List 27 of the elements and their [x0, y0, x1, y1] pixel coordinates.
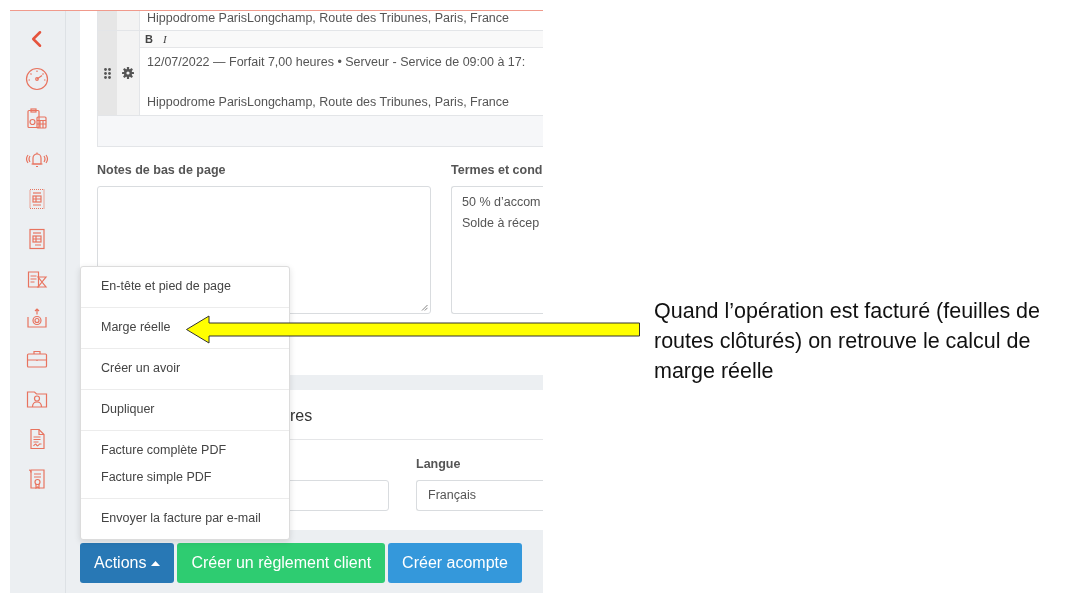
bold-button[interactable]: B	[142, 32, 156, 46]
field-label: Termes et cond	[451, 162, 543, 178]
actions-dropdown-button[interactable]: Actions	[80, 543, 175, 583]
field-label: Notes de bas de page	[97, 162, 226, 178]
annotation-text: Quand l’opération est facturé (feuilles de routes clôturés) on retrouve le calcul de marge réelle	[654, 298, 1042, 385]
menu-item[interactable]: Envoyer la facture par e-mail	[101, 505, 261, 532]
coin-upload-icon[interactable]	[24, 307, 49, 331]
menu-item[interactable]: Créer un avoir	[101, 355, 181, 382]
clipboard-calculator-icon[interactable]	[24, 107, 49, 131]
resize-handle-icon[interactable]	[421, 304, 428, 311]
field-label: Langue	[416, 456, 461, 472]
drag-handle-icon[interactable]	[104, 67, 111, 79]
caret-icon	[151, 560, 161, 566]
menu-item[interactable]: En-tête et pied de page	[101, 273, 231, 300]
menu-item[interactable]: Marge réelle	[101, 314, 171, 341]
section-title: res	[290, 407, 313, 425]
menu-item[interactable]: Facture simple PDF	[101, 464, 212, 491]
language-select[interactable]: Français	[416, 480, 543, 511]
menu-item[interactable]: Dupliquer	[101, 396, 155, 423]
menu-item[interactable]: Facture complète PDF	[101, 437, 227, 464]
description-line: Hippodrome ParisLongchamp, Route des Tribunes, Paris, France	[147, 11, 509, 25]
settings-icon[interactable]	[122, 67, 134, 79]
description-line: Hippodrome ParisLongchamp, Route des Tribunes, Paris, France	[147, 94, 509, 111]
italic-button[interactable]: I	[159, 32, 170, 46]
description-line: 12/07/2022 — Forfait 7,00 heures • Serveur - Service de 09:00 à 17:	[147, 54, 526, 71]
gauge-icon[interactable]	[24, 67, 49, 91]
terms-field[interactable]: 50 % d’accom Solde à récep	[451, 186, 543, 314]
